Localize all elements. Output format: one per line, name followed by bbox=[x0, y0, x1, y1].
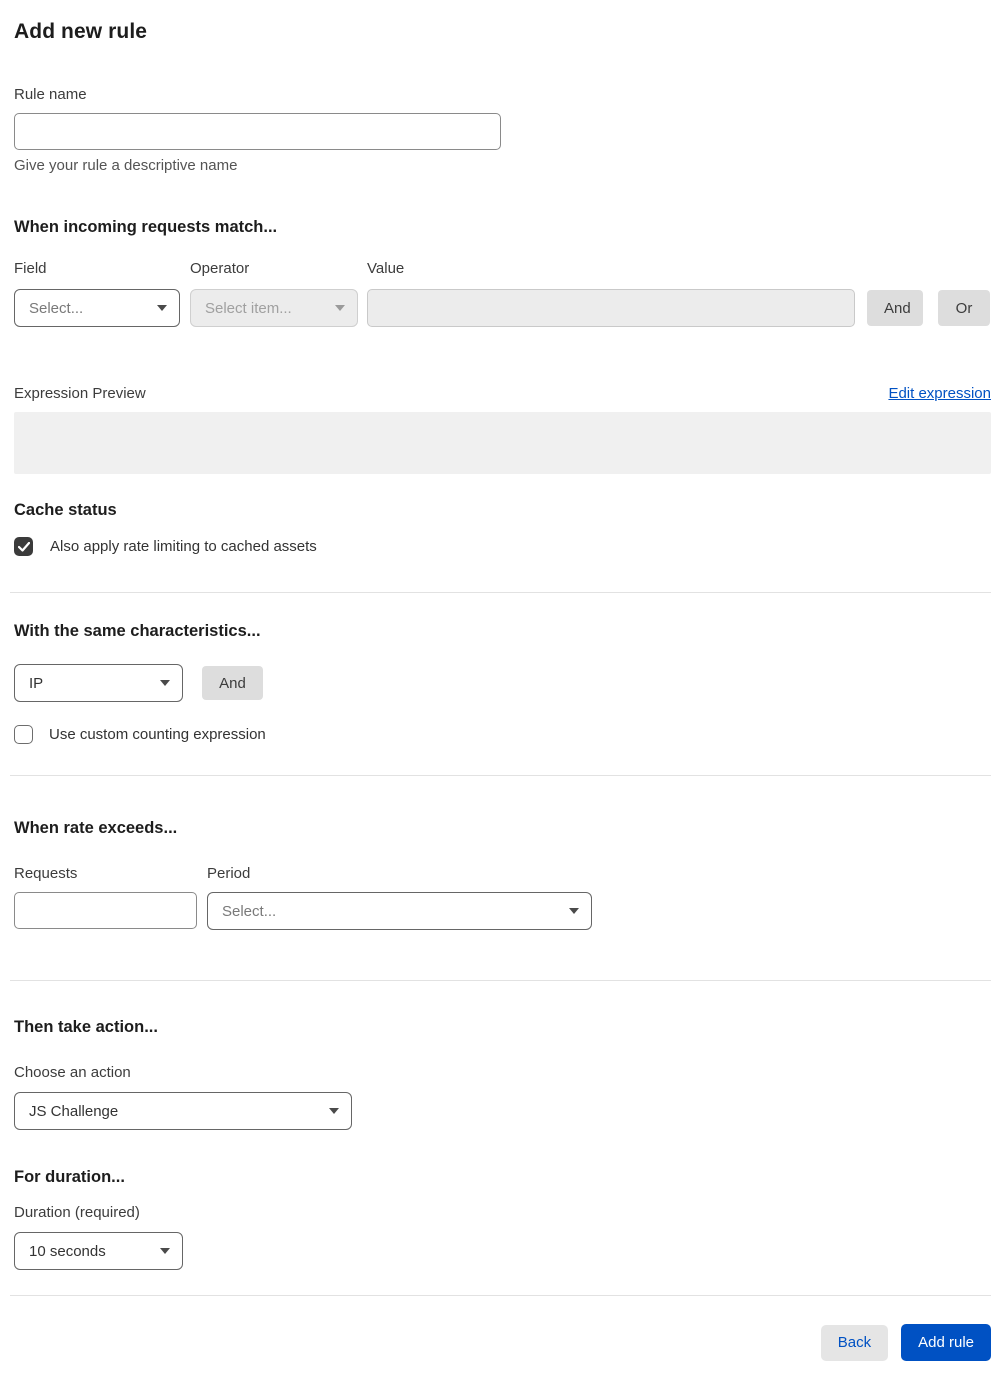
operator-label: Operator bbox=[190, 260, 250, 277]
action-select[interactable]: JS Challenge bbox=[14, 1092, 352, 1130]
footer-actions: Back Add rule bbox=[14, 1324, 991, 1361]
and-button[interactable]: And bbox=[867, 290, 923, 326]
rule-name-label: Rule name bbox=[14, 86, 87, 103]
action-select-value: JS Challenge bbox=[29, 1102, 119, 1120]
section-header-match: When incoming requests match... bbox=[14, 218, 278, 236]
cached-assets-checkbox-label: Also apply rate limiting to cached asset… bbox=[50, 538, 317, 555]
section-header-cache: Cache status bbox=[14, 501, 117, 519]
divider bbox=[10, 980, 991, 981]
checkmark-icon bbox=[17, 541, 30, 552]
custom-counting-checkbox[interactable] bbox=[14, 725, 33, 744]
period-select-value: Select... bbox=[222, 902, 277, 920]
field-select[interactable]: Select... bbox=[14, 289, 180, 327]
section-header-rate: When rate exceeds... bbox=[14, 819, 178, 837]
add-rule-button[interactable]: Add rule bbox=[901, 1324, 991, 1361]
or-button[interactable]: Or bbox=[938, 290, 990, 326]
caret-down-icon bbox=[335, 305, 345, 311]
value-input[interactable] bbox=[367, 289, 855, 327]
page-title: Add new rule bbox=[14, 20, 148, 43]
caret-down-icon bbox=[569, 908, 579, 914]
characteristic-select[interactable]: IP bbox=[14, 664, 183, 702]
caret-down-icon bbox=[160, 680, 170, 686]
field-label: Field bbox=[14, 260, 47, 277]
expression-preview-box bbox=[14, 412, 991, 474]
period-select[interactable]: Select... bbox=[207, 892, 592, 930]
section-header-duration: For duration... bbox=[14, 1168, 125, 1186]
divider bbox=[10, 1295, 991, 1296]
characteristics-and-button[interactable]: And bbox=[202, 666, 263, 700]
operator-select-value: Select item... bbox=[205, 299, 292, 317]
back-button[interactable]: Back bbox=[820, 1324, 889, 1361]
expression-preview-label: Expression Preview bbox=[14, 385, 146, 402]
rule-name-helper: Give your rule a descriptive name bbox=[14, 157, 238, 174]
field-select-value: Select... bbox=[29, 299, 84, 317]
requests-label: Requests bbox=[14, 865, 78, 882]
duration-select-value: 10 seconds bbox=[29, 1242, 106, 1260]
operator-select[interactable]: Select item... bbox=[190, 289, 358, 327]
cached-assets-checkbox[interactable] bbox=[14, 537, 33, 556]
divider bbox=[10, 592, 991, 593]
characteristic-select-value: IP bbox=[29, 674, 44, 692]
rule-name-input[interactable] bbox=[14, 113, 501, 150]
section-header-characteristics: With the same characteristics... bbox=[14, 622, 261, 640]
duration-label: Duration (required) bbox=[14, 1204, 140, 1221]
requests-input[interactable] bbox=[14, 892, 197, 929]
value-label: Value bbox=[367, 260, 405, 277]
custom-counting-checkbox-label: Use custom counting expression bbox=[49, 726, 266, 743]
duration-select[interactable]: 10 seconds bbox=[14, 1232, 183, 1270]
divider bbox=[10, 775, 991, 776]
edit-expression-link[interactable]: Edit expression bbox=[888, 385, 991, 402]
caret-down-icon bbox=[160, 1248, 170, 1254]
caret-down-icon bbox=[329, 1108, 339, 1114]
choose-action-label: Choose an action bbox=[14, 1064, 131, 1081]
add-rule-form: Add new rule Rule name Give your rule a … bbox=[0, 0, 1002, 1373]
caret-down-icon bbox=[157, 305, 167, 311]
period-label: Period bbox=[207, 865, 251, 882]
section-header-action: Then take action... bbox=[14, 1018, 158, 1036]
